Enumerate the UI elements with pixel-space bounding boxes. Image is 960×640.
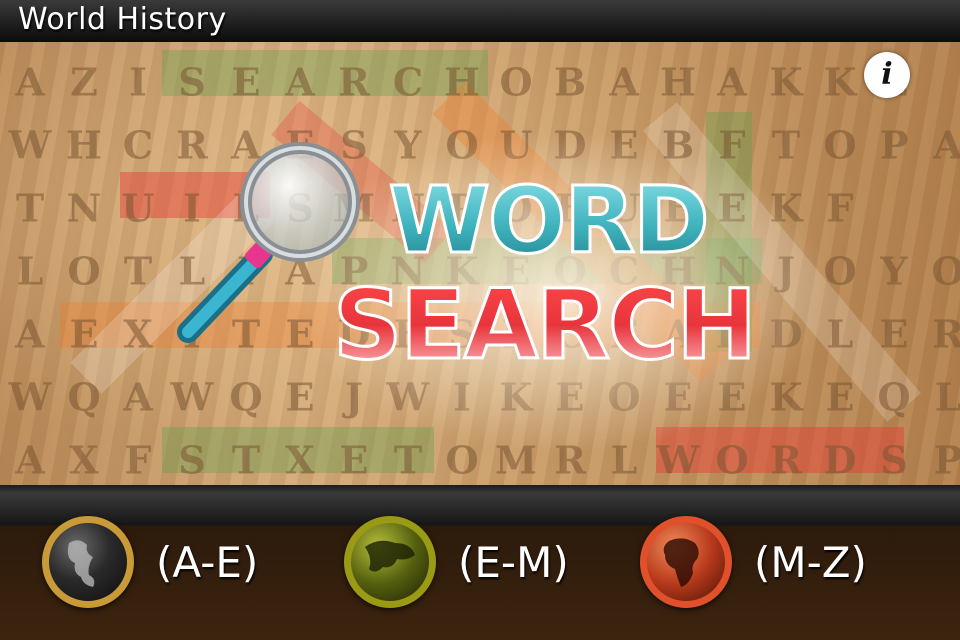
range-button-m-z[interactable]: (M-Z): [640, 512, 867, 612]
range-button-e-m[interactable]: (E-M): [344, 512, 569, 612]
range-label: (E-M): [458, 537, 569, 587]
range-label: (M-Z): [754, 537, 867, 587]
globe-americas-icon: [42, 516, 134, 608]
title-bar: World History: [0, 0, 960, 43]
globe-asia-icon: [344, 516, 436, 608]
category-title: World History: [18, 2, 227, 37]
range-button-a-e[interactable]: (A-E): [42, 512, 258, 612]
range-label: (A-E): [156, 537, 259, 587]
logo-word: WORD: [389, 167, 708, 274]
word-search-logo: WORD SEARCH: [177, 132, 830, 452]
globe-africa-icon: [640, 516, 732, 608]
logo-search: SEARCH: [333, 269, 755, 381]
